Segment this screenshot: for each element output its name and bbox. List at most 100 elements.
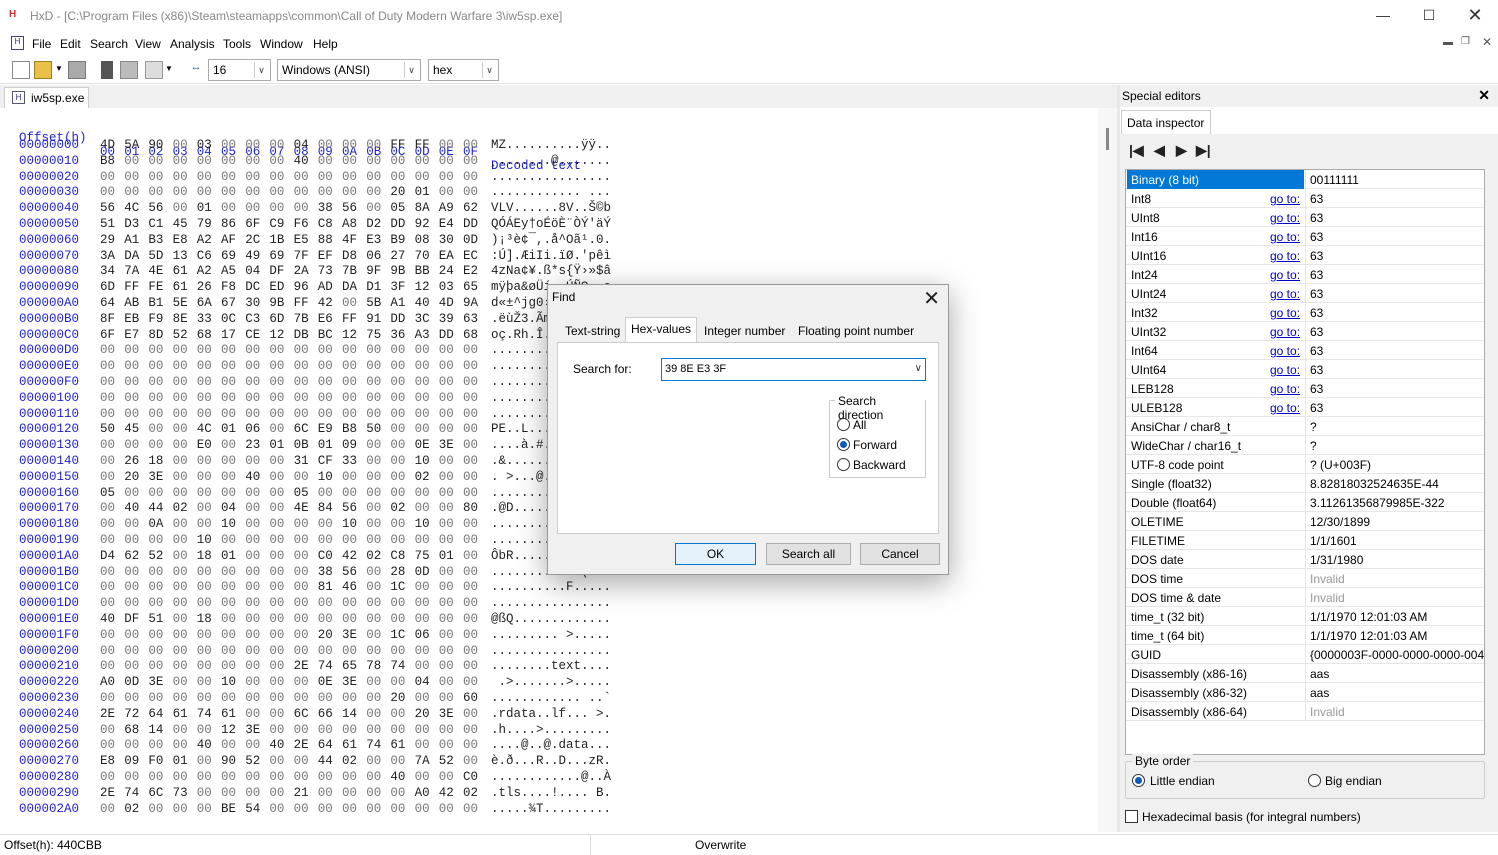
hex-byte[interactable]: DF bbox=[124, 612, 139, 626]
hex-byte[interactable]: 00 bbox=[245, 738, 260, 752]
hex-byte[interactable]: 00 bbox=[173, 375, 188, 389]
hex-byte[interactable]: 00 bbox=[148, 359, 163, 373]
decoded-text[interactable]: ¸.......@....... bbox=[491, 154, 611, 168]
hex-byte[interactable]: 00 bbox=[100, 596, 115, 610]
hex-byte[interactable]: 73 bbox=[173, 786, 188, 800]
decoded-text[interactable]: ............ ..` bbox=[491, 691, 611, 705]
hex-byte[interactable]: 00 bbox=[318, 407, 333, 421]
hex-byte[interactable]: 50 bbox=[100, 422, 115, 436]
hex-byte[interactable]: 00 bbox=[463, 549, 478, 563]
hex-byte[interactable]: 01 bbox=[439, 549, 454, 563]
hex-byte[interactable]: 00 bbox=[100, 628, 115, 642]
hex-byte[interactable]: 00 bbox=[366, 438, 381, 452]
hex-byte[interactable]: 00 bbox=[366, 154, 381, 168]
hex-byte[interactable]: 00 bbox=[342, 359, 357, 373]
hex-byte[interactable]: 00 bbox=[197, 375, 212, 389]
hex-byte[interactable]: 00 bbox=[390, 596, 405, 610]
hex-byte[interactable]: 20 bbox=[318, 628, 333, 642]
hex-byte[interactable]: 05 bbox=[100, 486, 115, 500]
minimize-button[interactable]: — bbox=[1360, 0, 1406, 32]
hex-byte[interactable]: 3E bbox=[148, 470, 163, 484]
hex-byte[interactable]: 00 bbox=[390, 517, 405, 531]
hex-byte[interactable]: 00 bbox=[221, 786, 236, 800]
hex-byte[interactable]: 00 bbox=[269, 470, 284, 484]
hex-byte[interactable]: 00 bbox=[100, 185, 115, 199]
hex-byte[interactable]: 00 bbox=[148, 596, 163, 610]
hex-byte[interactable]: 9A bbox=[463, 296, 478, 310]
hex-byte[interactable]: 00 bbox=[245, 407, 260, 421]
hex-byte[interactable]: 00 bbox=[100, 407, 115, 421]
hex-byte[interactable]: 00 bbox=[439, 659, 454, 673]
hex-byte[interactable]: 5D bbox=[148, 249, 163, 263]
hex-byte[interactable]: 00 bbox=[439, 343, 454, 357]
inspector-row[interactable]: UInt64 go to: 63 bbox=[1126, 360, 1484, 379]
mdi-close-icon[interactable]: ✕ bbox=[1482, 35, 1492, 49]
hex-byte[interactable]: 20 bbox=[390, 691, 405, 705]
inspector-row[interactable]: GUID {0000003F-0000-0000-0000-00484 bbox=[1126, 645, 1484, 664]
hex-byte[interactable]: 00 bbox=[245, 565, 260, 579]
hex-byte[interactable]: 42 bbox=[318, 296, 333, 310]
hex-byte[interactable]: 00 bbox=[366, 628, 381, 642]
menu-analysis[interactable]: Analysis bbox=[170, 37, 215, 51]
hex-byte[interactable]: 00 bbox=[269, 154, 284, 168]
hex-byte[interactable]: 42 bbox=[342, 549, 357, 563]
inspector-row[interactable]: time_t (64 bit) 1/1/1970 12:01:03 AM bbox=[1126, 626, 1484, 645]
hex-byte[interactable]: 00 bbox=[318, 486, 333, 500]
hex-byte[interactable]: 1C bbox=[390, 580, 405, 594]
inspector-row[interactable]: DOS date 1/31/1980 bbox=[1126, 550, 1484, 569]
hex-byte[interactable]: 61 bbox=[342, 738, 357, 752]
hex-byte[interactable]: 00 bbox=[439, 644, 454, 658]
hex-byte[interactable]: 00 bbox=[390, 359, 405, 373]
search-for-input[interactable]: 39 8E E3 3F ∨ bbox=[661, 358, 926, 381]
hex-byte[interactable]: 00 bbox=[148, 486, 163, 500]
hex-byte[interactable]: 00 bbox=[221, 644, 236, 658]
hex-byte[interactable]: 79 bbox=[197, 217, 212, 231]
menu-edit[interactable]: Edit bbox=[60, 37, 81, 51]
hex-byte[interactable]: CF bbox=[318, 454, 333, 468]
hex-byte[interactable]: 00 bbox=[463, 391, 478, 405]
hex-byte[interactable]: 10 bbox=[221, 675, 236, 689]
hex-byte[interactable]: 00 bbox=[245, 659, 260, 673]
inspector-value[interactable]: Invalid bbox=[1310, 705, 1484, 719]
inspector-value[interactable]: {0000003F-0000-0000-0000-00484 bbox=[1310, 648, 1484, 662]
decoded-text[interactable]: è.ð...R..D...zR. bbox=[491, 754, 611, 768]
hex-byte[interactable]: 00 bbox=[366, 707, 381, 721]
goto-link[interactable]: go to: bbox=[1270, 192, 1300, 206]
hex-byte[interactable]: 00 bbox=[245, 596, 260, 610]
hex-byte[interactable]: 00 bbox=[415, 802, 430, 816]
hex-byte[interactable]: B8 bbox=[100, 154, 115, 168]
hex-byte[interactable]: 00 bbox=[294, 185, 309, 199]
goto-link[interactable]: go to: bbox=[1270, 306, 1300, 320]
hex-byte[interactable]: 00 bbox=[366, 596, 381, 610]
hex-byte[interactable]: C0 bbox=[463, 770, 478, 784]
hex-byte[interactable]: 00 bbox=[463, 154, 478, 168]
hex-byte[interactable]: 00 bbox=[100, 723, 115, 737]
hex-byte[interactable]: 00 bbox=[148, 802, 163, 816]
hex-byte[interactable]: 00 bbox=[148, 343, 163, 357]
hex-byte[interactable]: 00 bbox=[318, 375, 333, 389]
hex-byte[interactable]: 17 bbox=[221, 328, 236, 342]
hex-byte[interactable]: 52 bbox=[439, 754, 454, 768]
hex-byte[interactable]: 74 bbox=[390, 659, 405, 673]
hex-byte[interactable]: 06 bbox=[415, 628, 430, 642]
hex-byte[interactable]: C1 bbox=[148, 217, 163, 231]
inspector-value[interactable]: aas bbox=[1310, 686, 1484, 700]
hex-byte[interactable]: 00 bbox=[100, 565, 115, 579]
hex-byte[interactable]: 00 bbox=[269, 691, 284, 705]
hex-byte[interactable]: 00 bbox=[439, 738, 454, 752]
hex-byte[interactable]: 00 bbox=[269, 517, 284, 531]
hex-byte[interactable]: 00 bbox=[269, 565, 284, 579]
hex-byte[interactable]: 00 bbox=[294, 201, 309, 215]
hex-byte[interactable]: 00 bbox=[366, 754, 381, 768]
hex-byte[interactable]: 00 bbox=[100, 454, 115, 468]
hex-byte[interactable]: 00 bbox=[245, 170, 260, 184]
hex-byte[interactable]: 00 bbox=[269, 628, 284, 642]
hex-byte[interactable]: 00 bbox=[124, 359, 139, 373]
new-file-icon[interactable] bbox=[12, 61, 30, 79]
hex-byte[interactable]: 00 bbox=[124, 580, 139, 594]
direction-forward-radio[interactable] bbox=[837, 438, 850, 451]
decoded-text[interactable]: QÓÁEy†oÉöÈ¨ÒÝ'äÝ bbox=[491, 217, 611, 231]
hex-byte[interactable]: 10 bbox=[415, 517, 430, 531]
hex-byte[interactable]: 00 bbox=[245, 691, 260, 705]
hex-byte[interactable]: 88 bbox=[318, 233, 333, 247]
